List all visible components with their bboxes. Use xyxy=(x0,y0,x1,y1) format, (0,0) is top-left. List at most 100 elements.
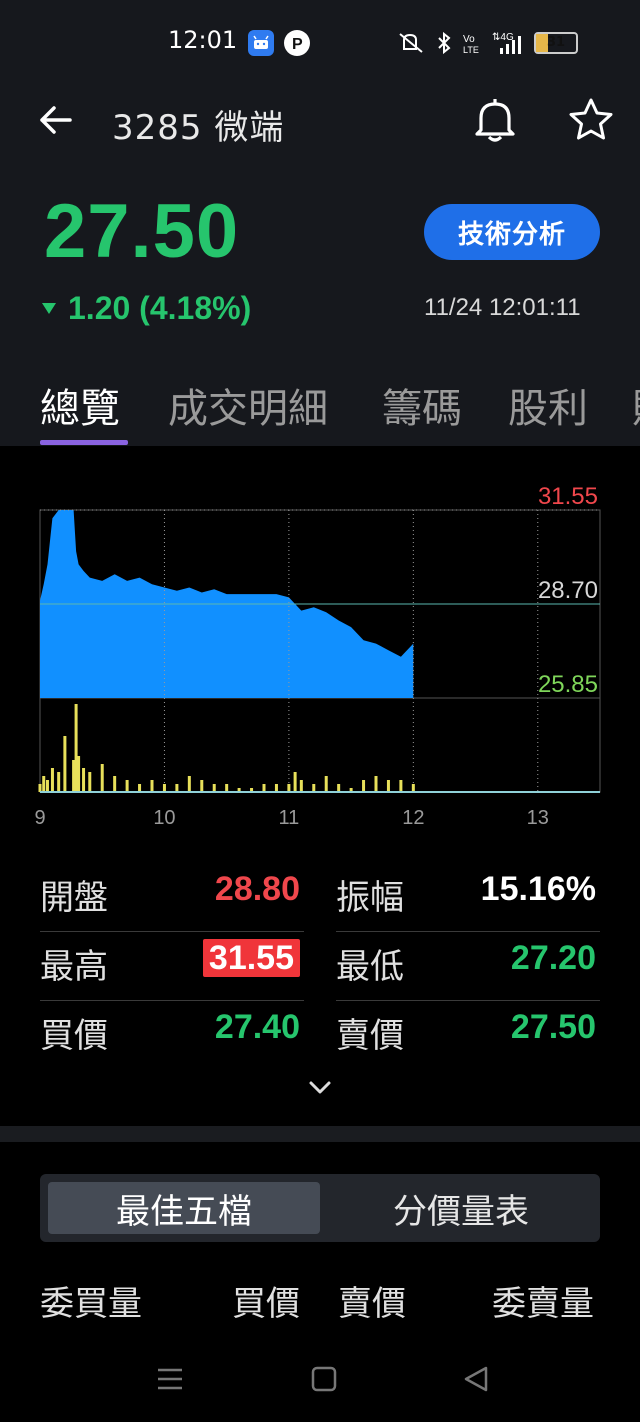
home-icon[interactable] xyxy=(310,1364,338,1394)
volume-bar xyxy=(63,736,67,792)
stat-label-1-text: 最高 xyxy=(40,947,108,987)
volume-bar xyxy=(200,780,204,792)
volume-bar xyxy=(82,768,86,792)
stat-label2-1-text: 最低 xyxy=(336,947,404,987)
volume-bar xyxy=(45,780,49,792)
orderbook-header-ask-price: 賣價 xyxy=(338,1284,406,1324)
svg-text:LTE: LTE xyxy=(463,45,479,55)
price-change-value: 1.20 (4.18%) xyxy=(68,290,252,326)
volume-bar xyxy=(57,772,61,792)
svg-text:Vo: Vo xyxy=(463,34,475,45)
volume-bar xyxy=(324,776,328,792)
tab-dividend[interactable]: 股利 xyxy=(508,376,588,434)
parking-app-icon: P xyxy=(284,30,310,56)
volume-bar xyxy=(175,784,179,792)
volume-bar xyxy=(312,784,316,792)
volume-bar xyxy=(88,772,92,792)
stat-value-0-text: 28.80 xyxy=(214,870,300,908)
tab-trade-details[interactable]: 成交明細 xyxy=(168,376,328,434)
stat-label2-2: 賣價 xyxy=(336,1008,404,1057)
x-tick-label: 10 xyxy=(153,807,175,829)
volume-bar xyxy=(287,784,291,792)
tab-overview[interactable]: 總覽 xyxy=(40,376,120,434)
bluetooth-icon xyxy=(438,31,451,55)
battery-icon: 31 xyxy=(534,32,578,54)
volume-bar xyxy=(262,784,266,792)
volume-bar xyxy=(399,780,403,792)
stat-value2-1: 27.20 xyxy=(440,939,596,978)
stat-value2-0: 15.16% xyxy=(440,870,596,909)
volume-bar xyxy=(362,780,366,792)
orderbook-segment: 最佳五檔 分價量表 xyxy=(40,1174,600,1242)
battery-level: 31 xyxy=(546,35,566,50)
svg-text:P: P xyxy=(292,36,303,53)
row-divider xyxy=(40,931,304,932)
status-time: 12:01 xyxy=(168,26,238,54)
technical-analysis-button[interactable]: 技術分析 xyxy=(424,204,600,260)
nav-back-icon[interactable] xyxy=(462,1364,490,1394)
tab-bar: 總覽 成交明細 籌碼 股利 財 xyxy=(0,372,640,446)
stat-label-0: 開盤 xyxy=(40,870,108,919)
signal-4g-icon: ⇅4G xyxy=(492,32,521,54)
segment-price-volume[interactable]: 分價量表 xyxy=(330,1182,592,1234)
active-tab-indicator xyxy=(40,440,128,445)
stat-label-2-text: 買價 xyxy=(40,1016,108,1056)
recents-menu-icon[interactable] xyxy=(156,1364,184,1394)
x-tick-label: 12 xyxy=(402,807,424,829)
status-icons: Vo LTE ⇅4G 31 xyxy=(396,28,578,58)
intraday-chart: 31.55 28.70 25.85 9 10 11 12 13 xyxy=(34,483,601,829)
volume-bar xyxy=(138,784,142,792)
volume-bar xyxy=(293,772,297,792)
stat-value-1-text: 31.55 xyxy=(202,939,300,977)
stat-label-1: 最高 xyxy=(40,939,108,988)
star-icon xyxy=(569,98,613,140)
orderbook-header-ask-volume: 委賣量 xyxy=(492,1284,594,1324)
x-tick-label: 11 xyxy=(279,807,300,829)
volume-bar xyxy=(125,780,129,792)
volume-bar xyxy=(386,780,390,792)
stat-value2-2-text: 27.50 xyxy=(510,1008,596,1046)
x-tick-label: 13 xyxy=(527,807,549,829)
volte-icon: VoLTE xyxy=(463,34,479,55)
stat-value-1: 31.55 xyxy=(160,939,300,978)
stat-label2-0: 振幅 xyxy=(336,870,404,919)
volume-bar xyxy=(150,780,154,792)
volume-bar xyxy=(374,776,378,792)
volume-bar xyxy=(100,764,104,792)
chevron-down-icon xyxy=(309,1081,331,1094)
volume-bar xyxy=(225,784,229,792)
android-app-icon xyxy=(248,30,274,56)
volume-bar xyxy=(299,780,303,792)
volume-bar xyxy=(77,756,81,792)
alert-button[interactable] xyxy=(472,96,518,144)
stat-value-2-text: 27.40 xyxy=(214,1008,300,1046)
status-bar: 12:01 P Vo LTE ⇅4G 31 xyxy=(0,0,640,86)
orderbook-header-bid-price: 買價 xyxy=(232,1284,300,1324)
stat-value-2: 27.40 xyxy=(160,1008,300,1047)
volume-bar xyxy=(162,784,166,792)
stat-value2-1-text: 27.20 xyxy=(510,939,596,977)
orderbook-header-bid-volume: 委買量 xyxy=(40,1284,142,1324)
volume-bar xyxy=(337,784,341,792)
stat-label2-1: 最低 xyxy=(336,939,404,988)
stat-label2-2-text: 賣價 xyxy=(336,1016,404,1056)
back-button[interactable] xyxy=(36,100,76,140)
page-title: 3285 微端 xyxy=(112,108,285,148)
system-nav-bar xyxy=(0,1340,640,1422)
y-tick-label: 31.55 xyxy=(538,483,598,510)
tab-financials[interactable]: 財 xyxy=(632,376,640,434)
stat-value2-0-text: 15.16% xyxy=(480,870,596,908)
quote-timestamp: 11/24 12:01:11 xyxy=(424,294,581,321)
y-tick-label: 28.70 xyxy=(538,577,598,604)
expand-stats-button[interactable] xyxy=(306,1074,334,1102)
mute-icon xyxy=(399,33,423,53)
tab-chips[interactable]: 籌碼 xyxy=(382,376,462,434)
last-price: 27.50 xyxy=(44,189,240,274)
price-change: 1.20 (4.18%) xyxy=(42,290,251,327)
segment-best-five[interactable]: 最佳五檔 xyxy=(48,1182,320,1234)
stat-value2-2: 27.50 xyxy=(440,1008,596,1047)
volume-bar xyxy=(411,784,415,792)
favorite-button[interactable] xyxy=(566,96,616,144)
stat-value-0: 28.80 xyxy=(160,870,300,909)
row-divider xyxy=(336,931,600,932)
